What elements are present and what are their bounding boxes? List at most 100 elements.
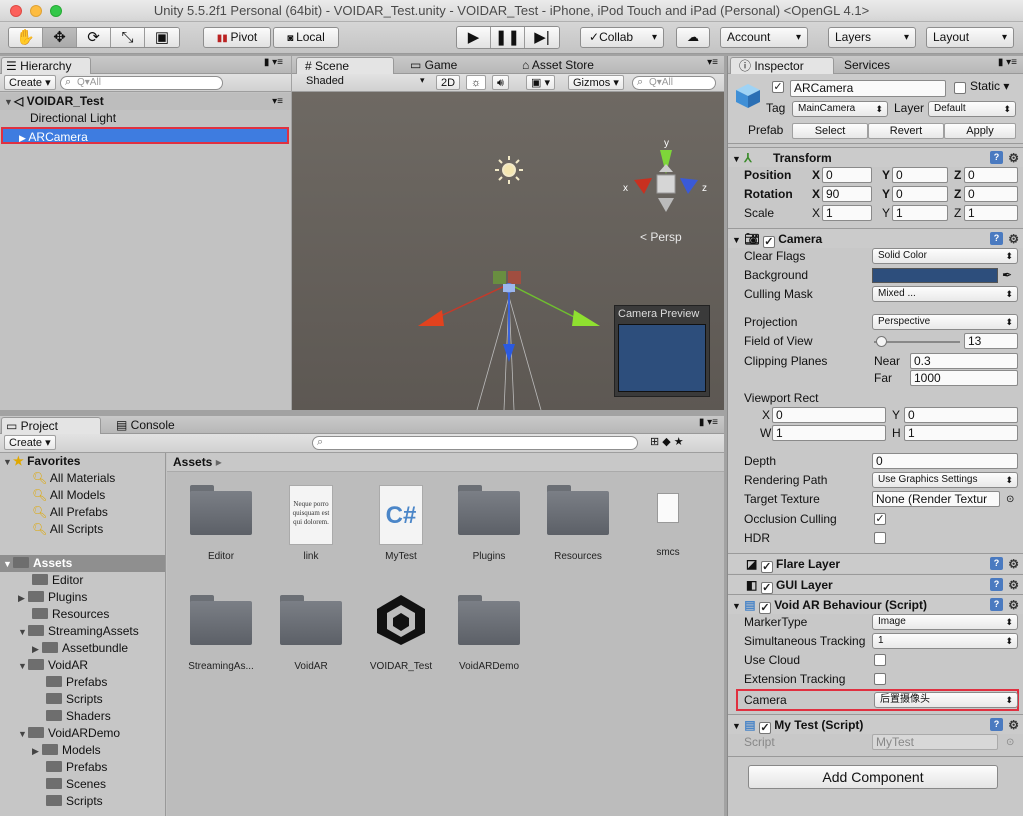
voidar-behaviour-header[interactable]: ▼ ▤ ✓ Void AR Behaviour (Script) ? ⚙	[728, 594, 1023, 614]
fov-slider-knob[interactable]	[875, 336, 887, 347]
filter-type-icon[interactable]: ⊞ ◆ ★	[650, 435, 684, 448]
rotation-z-field[interactable]: 0	[964, 186, 1018, 202]
flare-enabled-checkbox[interactable]: ✓	[760, 561, 773, 573]
clear-flags-dropdown[interactable]: Solid Color	[872, 248, 1018, 264]
active-checkbox[interactable]: ✓	[772, 81, 784, 93]
asset-folder-editor[interactable]: Editor	[176, 485, 266, 562]
tag-dropdown[interactable]: MainCamera	[792, 101, 888, 117]
expand-triangle-icon[interactable]: ▶	[19, 133, 28, 143]
asset-folder-streamingassets[interactable]: StreamingAs...	[176, 595, 266, 672]
tree-item-prefabs[interactable]: Prefabs	[0, 674, 165, 691]
gear-icon[interactable]: ⚙	[1008, 595, 1019, 615]
step-icon[interactable]: ▶|	[525, 27, 559, 48]
pause-icon[interactable]: ❚❚	[491, 27, 525, 48]
fov-slider-track[interactable]	[874, 341, 960, 343]
favorites-row[interactable]: ▼★ Favorites	[0, 453, 165, 470]
hand-tool-icon[interactable]: ✋	[9, 28, 43, 47]
layer-dropdown[interactable]: Default	[928, 101, 1016, 117]
tree-item-scripts[interactable]: Scripts	[0, 691, 165, 708]
target-texture-field[interactable]: None (Render Textur	[872, 491, 1000, 507]
simultaneous-dropdown[interactable]: 1	[872, 633, 1018, 649]
near-field[interactable]: 0.3	[910, 353, 1018, 369]
expand-triangle-icon[interactable]: ▼	[732, 601, 741, 611]
tab-console[interactable]: ▤ Console	[108, 417, 183, 434]
help-icon[interactable]: ?	[990, 232, 1003, 245]
hdr-checkbox[interactable]	[874, 532, 886, 544]
panel-menu-icon[interactable]: ▾≡	[707, 57, 718, 68]
expand-triangle-icon[interactable]: ▼	[732, 235, 741, 245]
breadcrumb[interactable]: Assets ▸	[167, 453, 724, 472]
tree-item-scenes[interactable]: Scenes	[0, 776, 165, 793]
tree-item-assetbundle[interactable]: ▶ Assetbundle	[0, 640, 165, 657]
layers-dropdown[interactable]: Layers	[828, 27, 916, 48]
asset-link[interactable]: Neque porro quisquam est qui dolorem. li…	[266, 485, 356, 562]
tab-inspector[interactable]: ⓘ Inspector	[730, 57, 834, 74]
tree-item-voidardemo[interactable]: ▼ VoidARDemo	[0, 725, 165, 742]
tab-game[interactable]: ▭ Game	[402, 57, 465, 74]
close-window-button[interactable]	[10, 5, 22, 17]
collapsed-triangle-icon[interactable]: ▶	[32, 743, 42, 760]
help-icon[interactable]: ?	[990, 578, 1003, 591]
panel-menu-icon[interactable]: ▮ ▾≡	[699, 417, 718, 428]
rotate-tool-icon[interactable]: ⟳	[77, 28, 111, 47]
prefab-revert-button[interactable]: Revert	[868, 123, 944, 139]
scene-menu-icon[interactable]: ▾≡	[272, 93, 283, 110]
help-icon[interactable]: ?	[990, 151, 1003, 164]
culling-mask-dropdown[interactable]: Mixed ...	[872, 286, 1018, 302]
scene-viewport[interactable]: y x z < Persp Camera Preview	[292, 92, 724, 410]
scene-root-row[interactable]: ▼◁ VOIDAR_Test ▾≡	[0, 93, 291, 110]
help-icon[interactable]: ?	[990, 718, 1003, 731]
occlusion-checkbox[interactable]: ✓	[874, 513, 886, 525]
lighting-toggle[interactable]: ☼	[466, 75, 487, 90]
extension-checkbox[interactable]	[874, 673, 886, 685]
asset-scene-voidar-test[interactable]: VOIDAR_Test	[356, 589, 446, 672]
viewport-h-field[interactable]: 1	[904, 425, 1018, 441]
panel-menu-icon[interactable]: ▮ ▾≡	[264, 57, 283, 68]
tree-item-shaders[interactable]: Shaders	[0, 708, 165, 725]
camera-select-dropdown[interactable]: 后置摄像头	[874, 692, 1018, 708]
scale-z-field[interactable]: 1	[964, 205, 1018, 221]
asset-smcs[interactable]: smcs	[623, 485, 713, 558]
favorite-item[interactable]: 🔍︎ All Scripts	[0, 521, 165, 538]
gear-icon[interactable]: ⚙	[1008, 554, 1019, 574]
tree-item-resources[interactable]: Resources	[0, 606, 165, 623]
asset-folder-plugins[interactable]: Plugins	[444, 485, 534, 562]
camera-header[interactable]: ▼ 📷︎ ✓ Camera ? ⚙	[728, 228, 1023, 248]
effects-dropdown[interactable]: ▣ ▾	[526, 75, 555, 90]
zoom-window-button[interactable]	[50, 5, 62, 17]
collapsed-triangle-icon[interactable]: ▶	[18, 590, 28, 607]
viewport-w-field[interactable]: 1	[772, 425, 886, 441]
position-x-field[interactable]: 0	[822, 167, 872, 183]
tab-hierarchy[interactable]: ☰ Hierarchy	[1, 57, 91, 74]
static-checkbox[interactable]	[954, 82, 966, 94]
collab-dropdown[interactable]: ✓Collab	[580, 27, 664, 48]
expand-triangle-icon[interactable]: ▼	[732, 721, 741, 731]
depth-field[interactable]: 0	[872, 453, 1018, 469]
use-cloud-checkbox[interactable]	[874, 654, 886, 666]
tree-item-scripts[interactable]: Scripts	[0, 793, 165, 810]
favorite-item[interactable]: 🔍︎ All Prefabs	[0, 504, 165, 521]
flare-layer-header[interactable]: ◪ ✓ Flare Layer ? ⚙	[728, 553, 1023, 573]
scene-search-input[interactable]: Q▾All	[632, 76, 716, 90]
gizmos-dropdown[interactable]: Gizmos ▾	[568, 75, 624, 90]
object-picker-icon[interactable]: ⊙	[1006, 490, 1014, 509]
scale-tool-icon[interactable]: ⤡	[111, 28, 145, 47]
transform-header[interactable]: ▼ ⅄ Transform ? ⚙	[728, 147, 1023, 167]
asset-folder-voidar[interactable]: VoidAR	[266, 595, 356, 672]
tab-services[interactable]: Services	[836, 57, 898, 74]
gear-icon[interactable]: ⚙	[1008, 715, 1019, 735]
expand-triangle-icon[interactable]: ▼	[3, 556, 13, 573]
account-dropdown[interactable]: Account	[720, 27, 808, 48]
move-tool-icon[interactable]: ✥	[43, 28, 77, 47]
hierarchy-item-arcamera[interactable]: ▶ ARCamera	[1, 127, 289, 144]
panel-menu-icon[interactable]: ▮ ▾≡	[998, 57, 1017, 68]
scale-x-field[interactable]: 1	[822, 205, 872, 221]
hierarchy-item-directional-light[interactable]: Directional Light	[0, 110, 291, 127]
expand-triangle-icon[interactable]: ▼	[18, 624, 28, 641]
tree-item-voidar[interactable]: ▼ VoidAR	[0, 657, 165, 674]
tree-item-plugins[interactable]: ▶ Plugins	[0, 589, 165, 606]
fov-field[interactable]: 13	[964, 333, 1018, 349]
prefab-apply-button[interactable]: Apply	[944, 123, 1016, 139]
asset-folder-resources[interactable]: Resources	[533, 485, 623, 562]
tab-scene[interactable]: # Scene	[296, 57, 394, 74]
